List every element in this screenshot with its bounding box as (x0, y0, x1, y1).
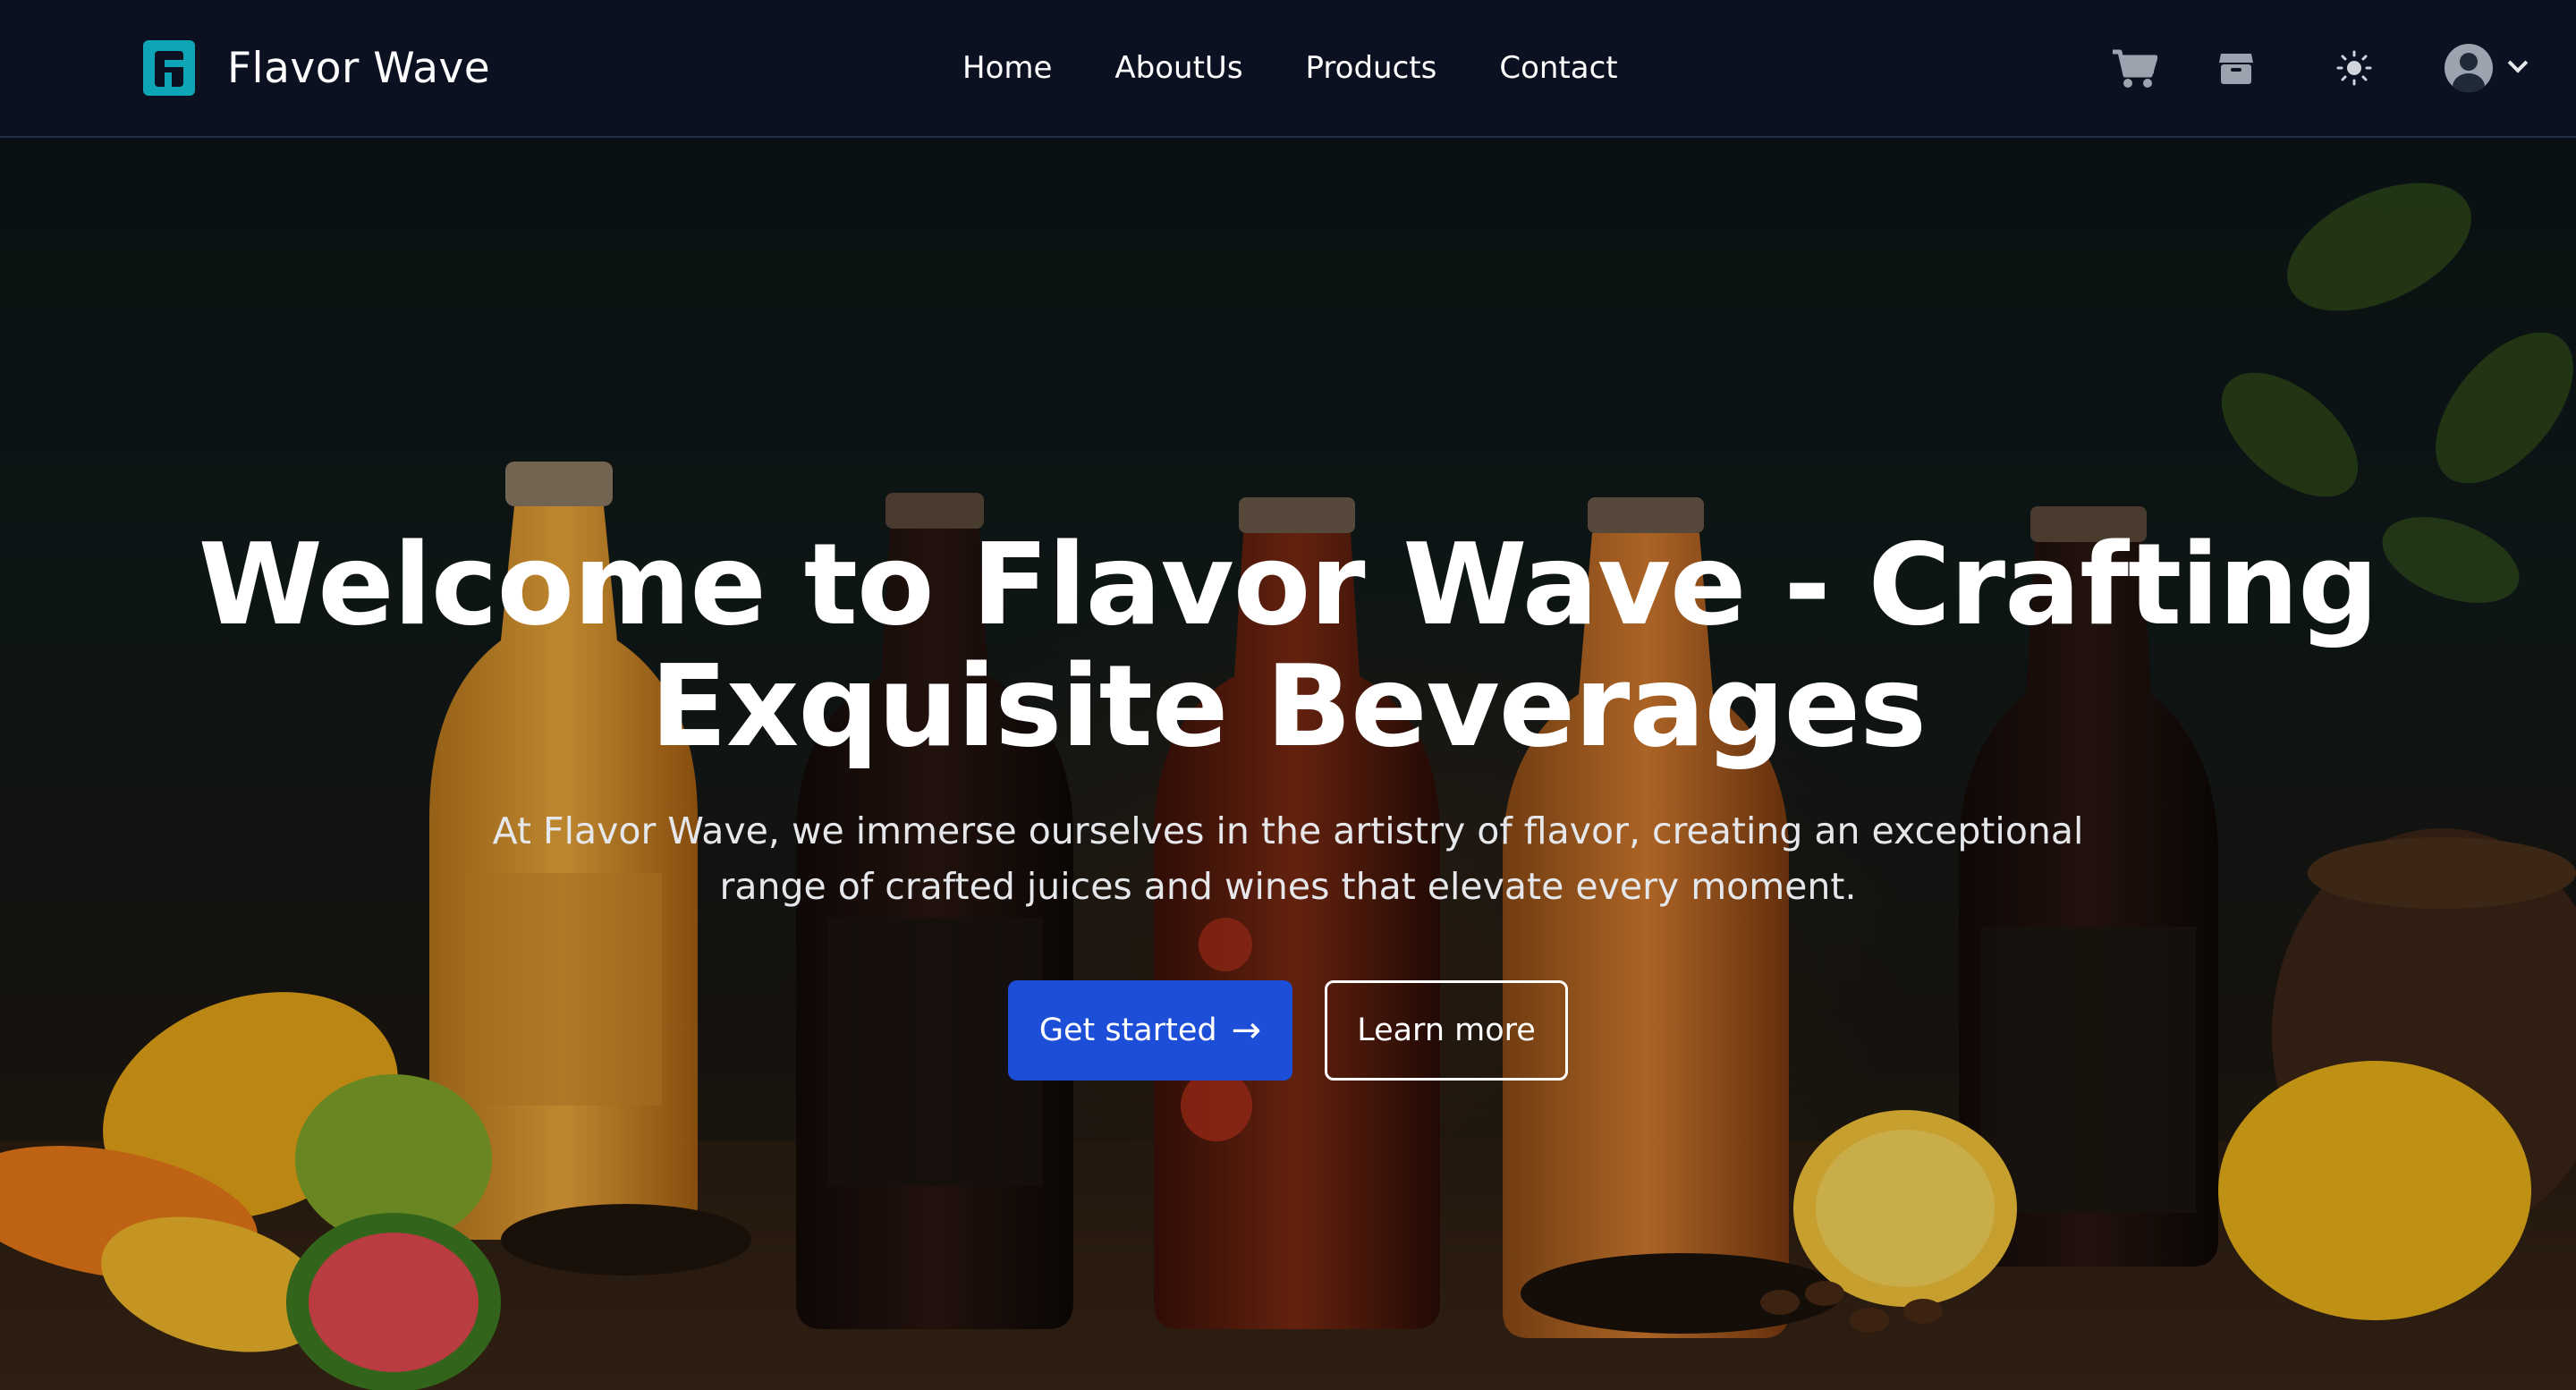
package-icon[interactable] (2202, 34, 2270, 102)
hero-content: Welcome to Flavor Wave - Crafting Exquis… (0, 524, 2576, 1081)
arrow-right-icon: → (1231, 1010, 1262, 1051)
hero: Welcome to Flavor Wave - Crafting Exquis… (0, 140, 2576, 1390)
nav-link-products[interactable]: Products (1306, 50, 1437, 86)
brand-logo-icon (143, 40, 195, 96)
nav-link-contact[interactable]: Contact (1499, 50, 1617, 86)
hero-subtitle: At Flavor Wave, we immerse ourselves in … (492, 809, 2084, 908)
get-started-label: Get started (1038, 1013, 1217, 1048)
user-menu[interactable] (2422, 34, 2547, 102)
chevron-down-icon (2507, 53, 2529, 73)
brand-name: Flavor Wave (227, 43, 491, 93)
learn-more-label: Learn more (1357, 1013, 1536, 1048)
hero-buttons: Get started → Learn more (0, 980, 2576, 1081)
nav-link-home[interactable]: Home (962, 50, 1052, 86)
learn-more-button[interactable]: Learn more (1325, 980, 1568, 1081)
main-nav: Home AboutUs Products Contact (962, 45, 1618, 91)
navbar: Flavor Wave Home AboutUs Products Contac… (0, 0, 2576, 138)
get-started-button[interactable]: Get started → (1008, 980, 1292, 1081)
hero-title: Welcome to Flavor Wave - Crafting Exquis… (198, 519, 2379, 772)
user-avatar-icon (2445, 44, 2493, 92)
brand[interactable]: Flavor Wave (143, 39, 490, 97)
nav-link-aboutus[interactable]: AboutUs (1114, 50, 1242, 86)
nav-actions (2075, 34, 2576, 102)
sun-icon[interactable] (2320, 34, 2388, 102)
cart-icon[interactable] (2100, 34, 2168, 102)
